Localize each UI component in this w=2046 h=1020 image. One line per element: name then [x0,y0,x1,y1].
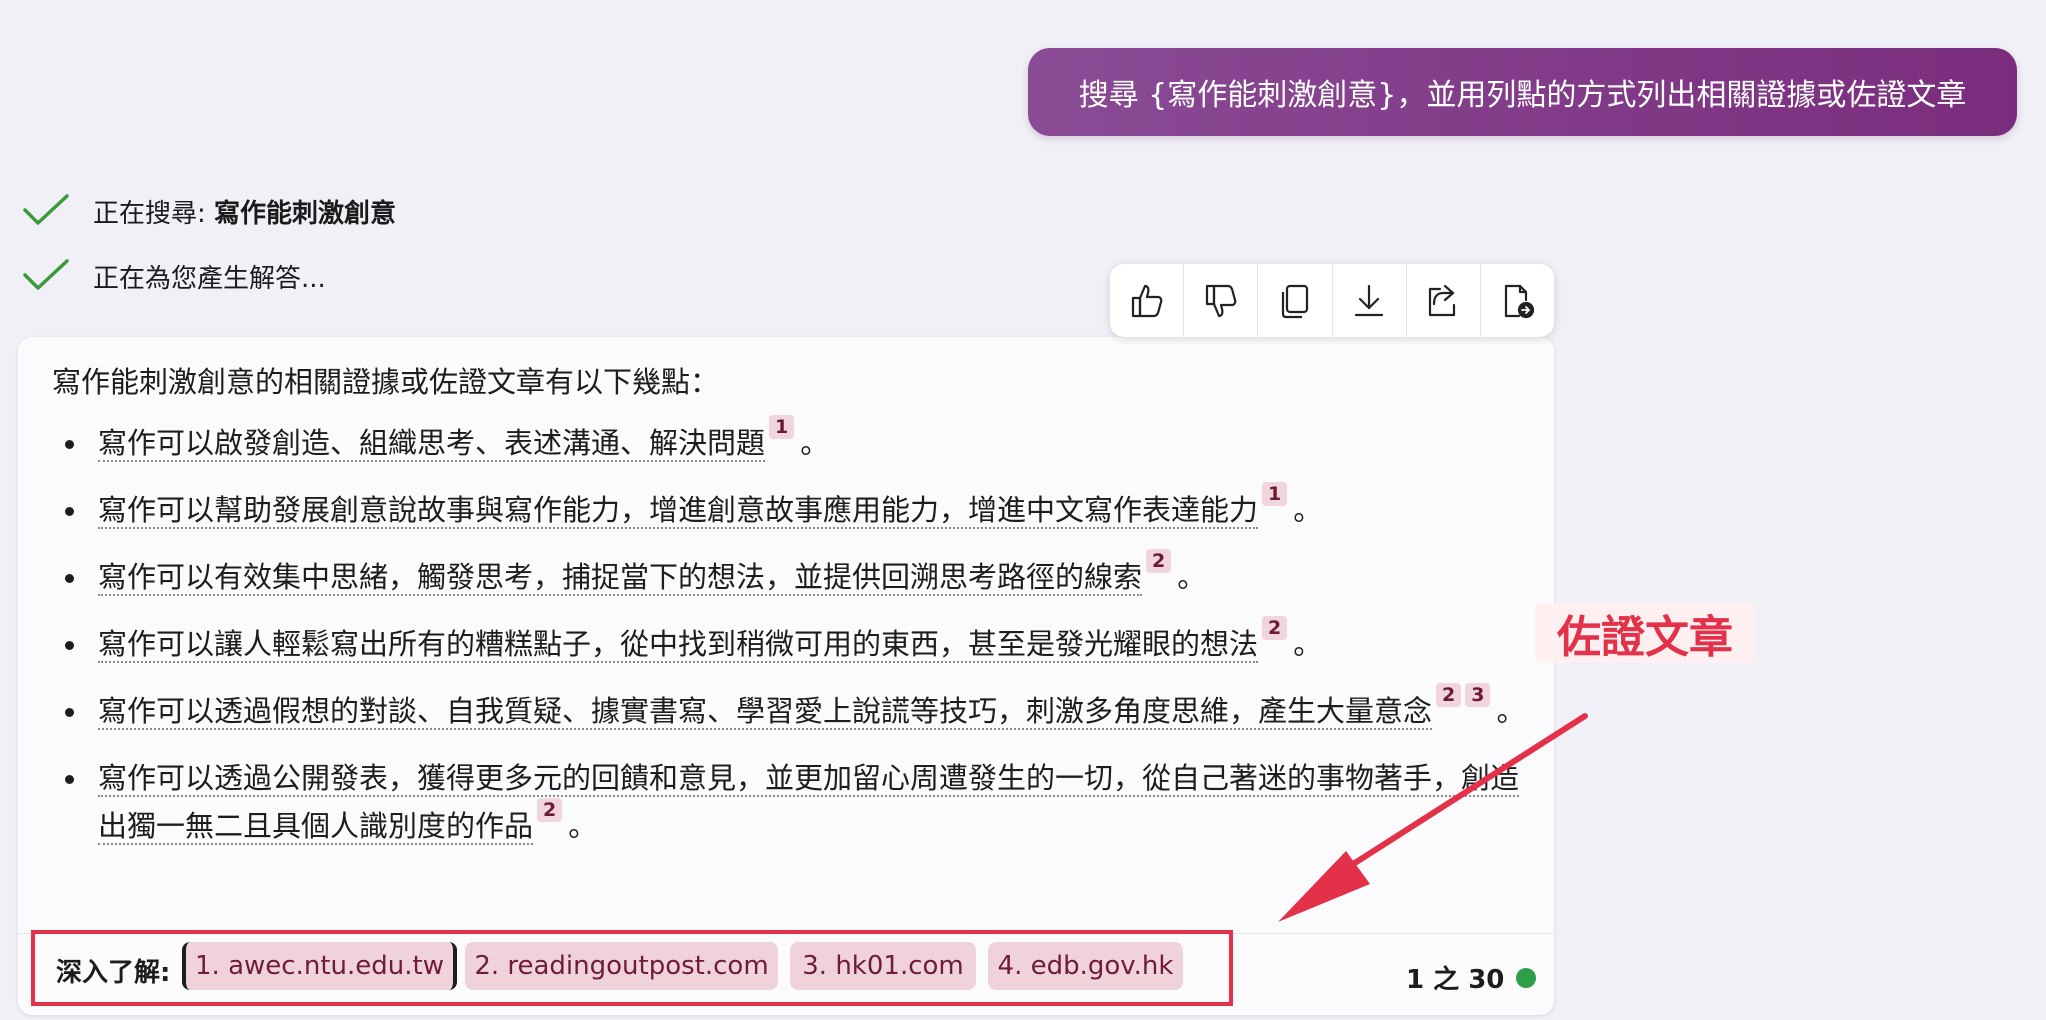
source-link-3[interactable]: 3. hk01.com [790,942,976,990]
source-link-1[interactable]: 1. awec.ntu.edu.tw [182,942,457,990]
thumbs-up-icon [1131,284,1162,317]
claim-text[interactable]: 寫作可以透過假想的對談、自我質疑、據實書寫、學習愛上說謊等技巧，刺激多角度思維，… [98,694,1433,730]
citation-badge[interactable]: 2 [1262,616,1288,640]
response-toolbar [1110,264,1554,337]
export-button[interactable] [1481,264,1554,337]
citation-badge[interactable]: 2 [537,798,563,822]
claim-text[interactable]: 寫作可以啟發創造、組織思考、表述溝通、解決問題 [98,426,766,462]
citation-badge[interactable]: 3 [1465,683,1491,707]
status-text: 正在為您產生解答... [93,263,326,294]
citation-badge[interactable]: 2 [1146,549,1172,573]
source-link-4[interactable]: 4. edb.gov.hk [988,942,1183,990]
evidence-list: 寫作可以啟發創造、組織思考、表述溝通、解決問題 1。 寫作可以幫助發展創意說故事與… [52,415,1532,869]
answer-card: 寫作能刺激創意的相關證據或佐證文章有以下幾點： 寫作可以啟發創造、組織思考、表述… [18,337,1554,1015]
status-generating: 正在為您產生解答... [21,251,326,301]
source-link-2[interactable]: 2. readingoutpost.com [465,942,778,990]
citation-badge[interactable]: 1 [769,415,795,439]
learn-more-label: 深入了解: [56,958,171,988]
page-count: 1 之 30 [1406,959,1537,996]
copy-icon [1281,284,1309,318]
checkmark-icon [23,259,69,290]
export-icon [1505,284,1535,318]
answer-intro: 寫作能刺激創意的相關證據或佐證文章有以下幾點： [52,365,720,399]
share-icon [1429,284,1456,316]
share-button[interactable] [1407,264,1481,337]
annotation-label: 佐證文章 [1535,603,1755,663]
list-item: 寫作可以幫助發展創意說故事與寫作能力，增進創意故事應用能力，增進中文寫作表達能力… [52,482,1532,534]
like-button[interactable] [1110,264,1185,337]
dislike-button[interactable] [1184,264,1259,337]
claim-text[interactable]: 寫作可以讓人輕鬆寫出所有的糟糕點子，從中找到稍微可用的東西，甚至是發光耀眼的想法 [98,627,1259,663]
list-item: 寫作可以有效集中思緒，觸發思考，捕捉當下的想法，並提供回溯思考路徑的線索 2。 [52,549,1532,601]
claim-text[interactable]: 寫作可以透過公開發表，獲得更多元的回饋和意見，並更加留心周遭發生的一切，從自己著… [98,761,1520,845]
copy-button[interactable] [1258,264,1333,337]
thumbs-down-icon [1205,284,1237,317]
list-item: 寫作可以啟發創造、組織思考、表述溝通、解決問題 1。 [52,415,1532,467]
claim-text[interactable]: 寫作可以幫助發展創意說故事與寫作能力，增進創意故事應用能力，增進中文寫作表達能力 [98,493,1259,529]
checkmark-icon [23,194,69,225]
download-button[interactable] [1333,264,1407,337]
download-icon [1354,284,1384,316]
status-searching: 正在搜尋: 寫作能刺激創意 [21,186,396,236]
learn-more-bar: 深入了解: 1. awec.ntu.edu.tw 2. readingoutpo… [31,930,1233,1006]
list-item: 寫作可以透過公開發表，獲得更多元的回饋和意見，並更加留心周遭發生的一切，從自己著… [52,754,1532,850]
user-query-bubble: 搜尋 {寫作能刺激創意}，並用列點的方式列出相關證據或佐證文章 [1028,48,2017,136]
citation-badge[interactable]: 1 [1262,482,1288,506]
list-item: 寫作可以讓人輕鬆寫出所有的糟糕點子，從中找到稍微可用的東西，甚至是發光耀眼的想法… [52,616,1532,668]
list-item: 寫作可以透過假想的對談、自我質疑、據實書寫、學習愛上說謊等技巧，刺激多角度思維，… [52,683,1532,735]
citation-badge[interactable]: 2 [1436,683,1462,707]
status-text: 正在搜尋: 寫作能刺激創意 [93,198,397,229]
status-dot-icon [1516,967,1537,988]
claim-text[interactable]: 寫作可以有效集中思緒，觸發思考，捕捉當下的想法，並提供回溯思考路徑的線索 [98,560,1143,596]
